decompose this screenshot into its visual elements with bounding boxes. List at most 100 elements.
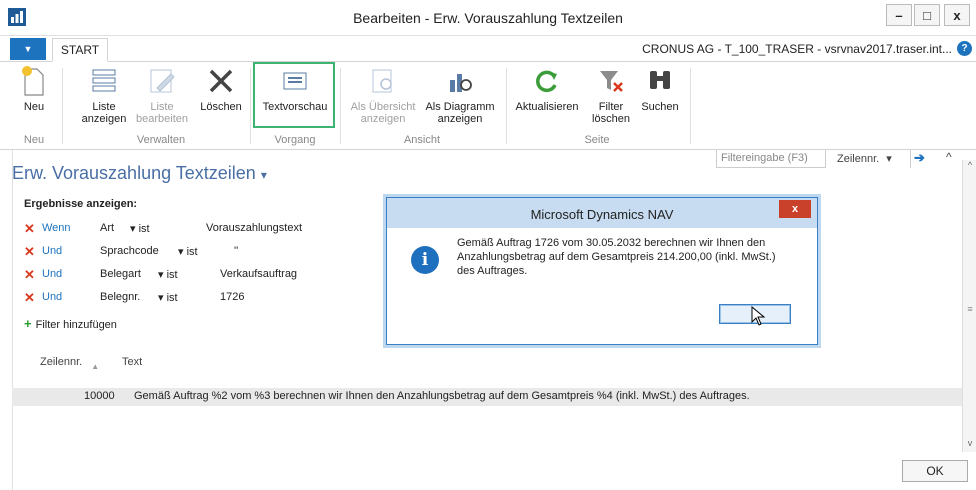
group-separator [250, 68, 251, 144]
remove-filter-icon[interactable]: ✕ [24, 267, 35, 283]
filter-field[interactable]: Sprachcode [100, 245, 159, 257]
refresh-icon [536, 70, 557, 93]
new-button-label: Neu [23, 101, 45, 113]
message-dialog: Microsoft Dynamics NAV x i Gemäß Auftrag… [386, 197, 818, 345]
cell-line-no: 10000 [84, 390, 115, 402]
column-header-line-no[interactable]: Zeilennr. ▲ [40, 356, 100, 371]
filter-operator[interactable]: ▾ ist [158, 268, 178, 281]
text-preview-icon [283, 72, 307, 90]
dialog-titlebar: Microsoft Dynamics NAV x [387, 198, 817, 228]
help-icon[interactable]: ? [957, 41, 972, 56]
list-edit-button[interactable]: Liste bearbeiten [134, 64, 190, 125]
list-view-label: Liste anzeigen [81, 101, 127, 125]
clear-filter-button[interactable]: Filter löschen [586, 64, 636, 125]
scroll-up-icon[interactable]: ^ [963, 160, 976, 174]
filters-heading: Ergebnisse anzeigen: [24, 198, 138, 210]
maximize-button[interactable]: □ [914, 4, 940, 26]
text-preview-button[interactable]: Textvorschau [258, 64, 332, 113]
filter-value[interactable]: Vorauszahlungstext [206, 222, 302, 234]
search-button[interactable]: Suchen [638, 64, 682, 113]
apply-filter-icon[interactable]: ➔ [914, 150, 930, 168]
text-preview-label: Textvorschau [262, 101, 328, 113]
filter-row: ✕ Und Belegart ▾ ist Verkaufsauftrag [24, 267, 364, 285]
app-menu-button[interactable]: ▼ [10, 38, 46, 60]
column-header-text[interactable]: Text [122, 356, 142, 368]
filter-conjunction: Und [42, 268, 63, 280]
close-button[interactable]: x [944, 4, 970, 26]
group-label-page: Seite [584, 134, 610, 146]
list-view-button[interactable]: Liste anzeigen [76, 64, 132, 125]
mouse-cursor-icon [751, 306, 766, 326]
window-title: Bearbeiten - Erw. Vorauszahlung Textzeil… [353, 10, 623, 26]
filter-conjunction: Und [42, 245, 63, 257]
refresh-button[interactable]: Aktualisieren [512, 64, 582, 113]
cell-text: Gemäß Auftrag %2 vom %3 berechnen wir Ih… [134, 390, 750, 402]
delete-icon [209, 69, 233, 93]
new-button[interactable]: Neu [14, 64, 54, 113]
add-filter-button[interactable]: + Filter hinzufügen [24, 316, 117, 331]
ok-button[interactable]: OK [902, 460, 968, 482]
search-label: Suchen [641, 101, 679, 113]
filter-operator[interactable]: ▾ ist [178, 245, 198, 258]
overview-button[interactable]: Als Übersicht anzeigen [346, 64, 420, 125]
filter-conjunction: Wenn [42, 222, 71, 234]
filter-field[interactable]: Art [100, 222, 114, 234]
filter-value[interactable]: 1726 [220, 291, 244, 303]
remove-filter-icon[interactable]: ✕ [24, 290, 35, 306]
clear-filter-label: Filter löschen [592, 101, 630, 125]
list-edit-icon [150, 69, 175, 93]
group-separator [340, 68, 341, 144]
group-separator [506, 68, 507, 144]
scroll-down-icon[interactable]: v [963, 438, 976, 452]
delete-label: Löschen [200, 101, 242, 113]
overview-icon [372, 69, 392, 93]
ribbon-tab-row: ▼ START CRONUS AG - T_100_TRASER - vsrvn… [0, 36, 976, 62]
ribbon: Neu Neu Liste anzeigen Liste bearbeiten [0, 62, 976, 150]
company-label: CRONUS AG - T_100_TRASER - vsrvnav2017.t… [642, 42, 952, 56]
sort-ascending-icon: ▲ [91, 362, 100, 371]
filter-field[interactable]: Belegart [100, 268, 141, 280]
vertical-scrollbar[interactable]: ^ ≡ v [962, 160, 976, 452]
group-label-new: Neu [23, 134, 45, 146]
remove-filter-icon[interactable]: ✕ [24, 221, 35, 237]
minimize-button[interactable]: – [886, 4, 912, 26]
chevron-down-icon: ▾ [886, 153, 892, 165]
delete-button[interactable]: Löschen [196, 64, 246, 113]
group-label-process: Vorgang [274, 134, 316, 146]
scroll-grip-icon[interactable]: ≡ [963, 304, 976, 314]
tab-start[interactable]: START [52, 38, 108, 62]
filter-row: ✕ Und Sprachcode ▾ ist '' [24, 244, 364, 262]
chart-view-label: Als Diagramm anzeigen [425, 101, 495, 125]
page-title[interactable]: Erw. Vorauszahlung Textzeilen ▾ [12, 163, 267, 184]
overview-label: Als Übersicht anzeigen [350, 101, 416, 125]
remove-filter-icon[interactable]: ✕ [24, 244, 35, 260]
group-separator [62, 68, 63, 144]
list-edit-label: Liste bearbeiten [136, 101, 188, 125]
dialog-close-button[interactable]: x [779, 200, 811, 218]
filter-row: ✕ Und Belegnr. ▾ ist 1726 [24, 290, 364, 308]
filter-operator[interactable]: ▾ ist [130, 222, 150, 235]
filter-operator[interactable]: ▾ ist [158, 291, 178, 304]
title-dropdown-icon[interactable]: ▾ [261, 168, 267, 182]
new-document-icon [22, 66, 44, 96]
collapse-icon[interactable]: ^ [946, 150, 958, 168]
info-icon: i [411, 246, 439, 274]
filter-value[interactable]: Verkaufsauftrag [220, 268, 297, 280]
dialog-title: Microsoft Dynamics NAV [530, 207, 674, 222]
filter-row: ✕ Wenn Art ▾ ist Vorauszahlungstext [24, 221, 364, 239]
filter-input[interactable]: Filtereingabe (F3) [716, 150, 826, 168]
list-view-icon [92, 69, 116, 92]
table-row[interactable]: 10000 Gemäß Auftrag %2 vom %3 berechnen … [12, 388, 962, 406]
chart-view-button[interactable]: Als Diagramm anzeigen [422, 64, 498, 125]
group-separator [690, 68, 691, 144]
filter-value[interactable]: '' [234, 245, 238, 257]
binoculars-icon [650, 71, 670, 89]
filter-field[interactable]: Belegnr. [100, 291, 140, 303]
sort-field-select[interactable]: Zeilennr. ▾ [833, 150, 911, 168]
window-titlebar: Bearbeiten - Erw. Vorauszahlung Textzeil… [0, 0, 976, 36]
chart-icon [450, 74, 472, 92]
group-label-view: Ansicht [403, 134, 441, 146]
group-label-manage: Verwalten [136, 134, 186, 146]
refresh-label: Aktualisieren [515, 101, 579, 113]
filter-conjunction: Und [42, 291, 63, 303]
